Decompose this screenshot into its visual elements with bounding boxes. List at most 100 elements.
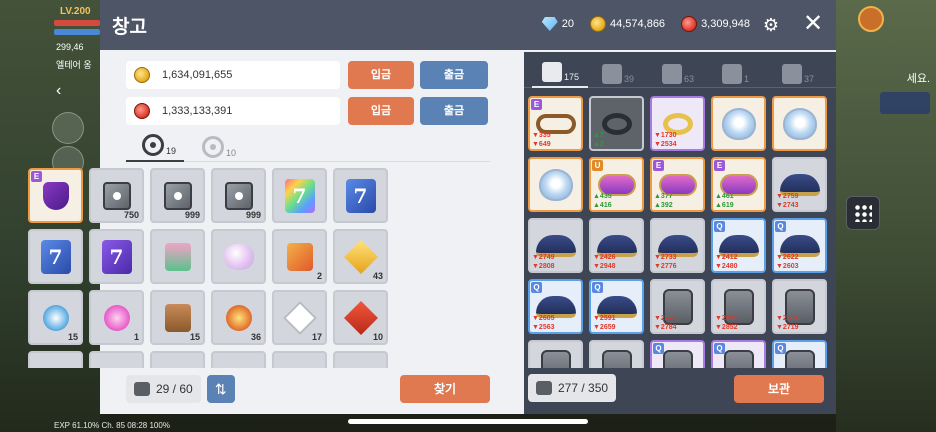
item-slot[interactable]: ▼2749 ▼2808 (528, 218, 583, 273)
inventory-capacity: 277 / 350 (528, 374, 617, 402)
hud-meso: 299,46 (56, 42, 84, 52)
item-slot[interactable]: 10 (333, 290, 388, 345)
item-slot[interactable]: 36 (211, 290, 266, 345)
item-slot[interactable] (211, 229, 266, 284)
item-grade-badge: Q (714, 343, 725, 354)
item-slot[interactable]: E (28, 168, 83, 223)
item-stat-diff: ▼2691 (776, 315, 799, 322)
armor-icon (662, 349, 693, 368)
gold-withdraw-button[interactable]: 출금 (420, 61, 488, 89)
item-slot[interactable]: ▼1730 ▼2534 (650, 96, 705, 151)
item-slot[interactable]: 15 (150, 290, 205, 345)
back-arrow-icon[interactable]: ‹ (56, 82, 74, 100)
item-slot[interactable]: ▼2691 ▼2719 (772, 279, 827, 334)
meso-field-red: 1,333,133,391 (126, 97, 340, 125)
item-slot[interactable]: E ▼335 ▼649 (528, 96, 583, 151)
item-slot[interactable]: ▼2426 ▼2948 (589, 218, 644, 273)
item-slot[interactable] (272, 351, 327, 368)
item-slot[interactable] (150, 351, 205, 368)
gold-storage-amount: 1,634,091,655 (162, 69, 233, 81)
find-button[interactable]: 찾기 (400, 375, 490, 403)
item-slot[interactable]: ▼2733 ▼2776 (650, 218, 705, 273)
item-stat-diff: ▼2719 (776, 324, 799, 331)
tab-count: 19 (166, 146, 177, 156)
item-slot[interactable]: ▼2759 ▼2743 (772, 157, 827, 212)
item-slot[interactable]: 15 (28, 290, 83, 345)
item-slot[interactable]: E ▲377 ▲392 (650, 157, 705, 212)
settings-gear-icon[interactable]: ⚙ (758, 13, 784, 37)
item-slot[interactable]: U ▲435 ▲416 (589, 157, 644, 212)
tab-count: 10 (226, 148, 237, 158)
tab-inventory-1[interactable]: 39 (592, 58, 648, 88)
item-slot[interactable]: 999 (211, 168, 266, 223)
item-slot[interactable]: Q ▼2605 ▼2563 (528, 279, 583, 334)
item-slot[interactable]: ▲7 ▲2 (589, 96, 644, 151)
storage-tab-icon (202, 136, 224, 158)
item-slot[interactable]: Q ▼2591 ▼2659 (589, 279, 644, 334)
tab-inventory-4[interactable]: 37 (772, 58, 828, 88)
item-slot[interactable]: Q (772, 340, 827, 368)
lotus-icon (103, 304, 130, 331)
item-stat-diff: ▲435 (593, 193, 612, 200)
storage-tabs: 19 10 (126, 128, 490, 162)
tab-inventory-0[interactable]: 175 (532, 58, 588, 88)
tab-inventory-2[interactable]: 63 (652, 58, 708, 88)
item-slot[interactable]: Q ▼2412 ▼2480 (711, 218, 766, 273)
tab-count: 63 (684, 74, 695, 84)
diamond-amount: 20 (561, 18, 574, 30)
gem-icon (782, 64, 802, 84)
tab-storage-shared[interactable]: 10 (202, 132, 260, 162)
tab-inventory-3[interactable]: 1 (712, 58, 768, 88)
item-slot[interactable] (528, 340, 583, 368)
item-slot[interactable]: 17 (272, 290, 327, 345)
item-slot[interactable] (528, 157, 583, 212)
sort-icon[interactable]: ⇅ (206, 375, 235, 403)
item-slot[interactable]: 43 (333, 229, 388, 284)
item-slot[interactable]: 1 (89, 290, 144, 345)
item-slot[interactable] (711, 96, 766, 151)
pendant-icon (601, 112, 632, 135)
cape-icon (42, 181, 69, 210)
item-slot[interactable]: Q (650, 340, 705, 368)
title-bar: 창고 20 44,574,866 3,309,948 ⚙ ✕ (100, 0, 836, 50)
item-slot[interactable]: 7 (28, 229, 83, 284)
item-stat-diff: ▼2426 (593, 254, 616, 261)
item-stat-diff: ▼2534 (654, 141, 677, 148)
item-slot[interactable] (772, 96, 827, 151)
store-button[interactable]: 보관 (734, 375, 824, 403)
item-slot[interactable]: Q ▼2622 ▼2603 (772, 218, 827, 273)
storage-capacity: 29 / 60 (126, 375, 201, 403)
red-withdraw-button[interactable]: 출금 (420, 97, 488, 125)
item-slot[interactable]: ▼2777 ▼2784 (650, 279, 705, 334)
item-slot[interactable]: 2 (272, 229, 327, 284)
red-deposit-button[interactable]: 입금 (348, 97, 414, 125)
menu-grid-icon[interactable] (846, 196, 880, 230)
item-slot[interactable]: 999 (150, 168, 205, 223)
item-slot[interactable]: ▼2931 ▼2852 (711, 279, 766, 334)
item-slot[interactable]: 7 (89, 229, 144, 284)
item-slot[interactable] (89, 351, 144, 368)
armor-icon (601, 349, 632, 368)
tab-storage-main[interactable]: 19 (126, 132, 184, 162)
home-indicator[interactable] (348, 419, 588, 424)
item-stat-diff: ▲392 (654, 202, 673, 209)
item-slot[interactable] (150, 229, 205, 284)
item-slot[interactable]: 7 (333, 168, 388, 223)
item-slot[interactable] (28, 351, 83, 368)
item-slot[interactable] (333, 351, 388, 368)
item-slot[interactable]: 7 (272, 168, 327, 223)
purple-card-icon: 7 (101, 239, 132, 274)
event-badge-icon[interactable] (858, 6, 884, 32)
item-quantity: 999 (184, 210, 200, 220)
item-slot[interactable]: E ▲461 ▲619 (711, 157, 766, 212)
item-slot[interactable] (211, 351, 266, 368)
item-slot[interactable] (589, 340, 644, 368)
potion-icon (602, 64, 622, 84)
item-stat-diff: ▼1730 (654, 132, 677, 139)
gold-deposit-button[interactable]: 입금 (348, 61, 414, 89)
item-slot[interactable]: 750 (89, 168, 144, 223)
close-icon[interactable]: ✕ (800, 10, 826, 38)
item-slot[interactable]: Q (711, 340, 766, 368)
inventory-tabs: 175 39 63 1 37 (524, 52, 836, 88)
quickslot-button[interactable] (52, 112, 84, 144)
